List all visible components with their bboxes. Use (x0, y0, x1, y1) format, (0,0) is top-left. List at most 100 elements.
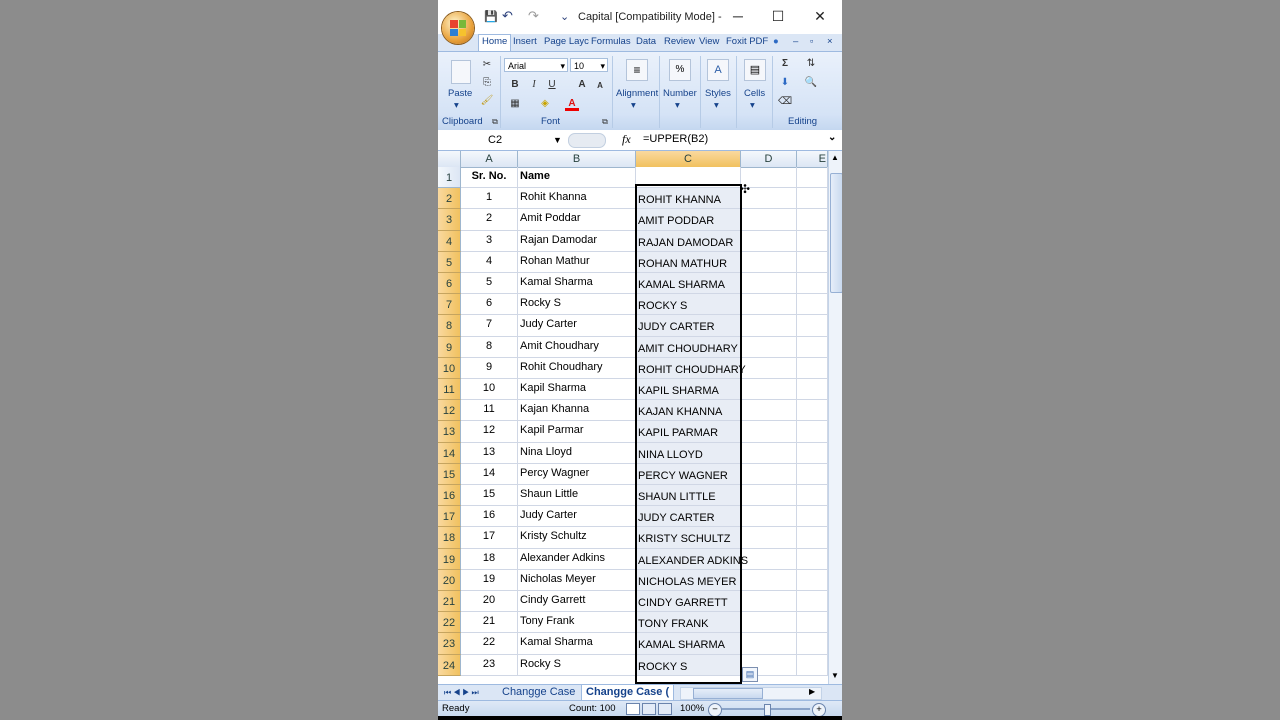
cell-name[interactable]: Nina Lloyd (518, 442, 636, 464)
column-header-b[interactable]: B (518, 151, 636, 167)
cell-sr-no[interactable]: 13 (461, 442, 518, 464)
ribbon-minimize-icon[interactable]: – (793, 36, 798, 47)
cell-empty[interactable] (741, 336, 797, 358)
cell-sr-no[interactable]: 20 (461, 591, 518, 613)
italic-button[interactable]: I (527, 78, 541, 92)
cell-name[interactable]: Judy Carter (518, 506, 636, 528)
cell-empty[interactable] (741, 357, 797, 379)
cell-upper-name[interactable]: TONY FRANK (636, 612, 741, 634)
cell-name[interactable]: Alexander Adkins (518, 548, 636, 570)
cell-empty[interactable] (741, 315, 797, 337)
cell-sr-no[interactable]: 12 (461, 421, 518, 443)
fill-color-icon[interactable]: ◈ (538, 97, 552, 111)
cell-upper-name[interactable]: CINDY GARRETT (636, 591, 741, 613)
row-header[interactable]: 1 (438, 167, 461, 189)
underline-button[interactable]: U (545, 78, 559, 92)
row-header[interactable]: 15 (438, 463, 461, 485)
cell-sr-no[interactable]: 8 (461, 336, 518, 358)
cell-upper-name[interactable]: ROHIT CHOUDHARY (636, 357, 746, 379)
cell-empty[interactable] (741, 421, 797, 443)
grow-font-button[interactable]: A (575, 78, 589, 92)
cell-upper-name[interactable]: KAJAN KHANNA (636, 400, 741, 422)
row-header[interactable]: 21 (438, 591, 461, 613)
cell-sr-no[interactable]: 15 (461, 485, 518, 507)
select-all-corner[interactable] (438, 151, 461, 167)
customize-qat-icon[interactable]: ⌄ (560, 10, 569, 23)
cell-empty[interactable] (797, 294, 828, 316)
cell-upper-name[interactable]: KAMAL SHARMA (636, 273, 741, 295)
cell-empty[interactable] (797, 612, 828, 634)
name-box[interactable]: C2 ▼ (438, 132, 564, 148)
number-button[interactable]: Number (663, 88, 697, 99)
font-name-select[interactable]: Arial ▾ (504, 58, 568, 72)
cell-name[interactable]: Rohan Mathur (518, 251, 636, 273)
cell-name[interactable]: Rohit Khanna (518, 188, 636, 210)
font-launcher-icon[interactable]: ⧉ (598, 115, 612, 129)
number-format-icon[interactable]: % (669, 59, 691, 81)
autosum-icon[interactable]: Σ (778, 57, 792, 71)
scroll-down-icon[interactable]: ▼ (831, 671, 839, 680)
cell-upper-name[interactable]: AMIT CHOUDHARY (636, 336, 741, 358)
cell-empty[interactable] (797, 209, 828, 231)
row-header[interactable]: 14 (438, 442, 461, 464)
cell-sr-no[interactable]: 4 (461, 251, 518, 273)
tab-review[interactable]: Review (664, 36, 695, 47)
cell-empty[interactable] (797, 633, 828, 655)
cell-empty[interactable] (741, 527, 797, 549)
cell-sr-no[interactable]: 2 (461, 209, 518, 231)
fill-icon[interactable]: ⬇ (778, 76, 792, 90)
tab-data[interactable]: Data (636, 36, 656, 47)
row-header[interactable]: 5 (438, 251, 461, 273)
expand-formula-bar-icon[interactable]: ⌄ (828, 132, 836, 143)
cut-icon[interactable]: ✂ (480, 58, 494, 72)
cell-name[interactable]: Rohit Choudhary (518, 357, 636, 379)
zoom-in-icon[interactable]: + (812, 703, 826, 717)
cell-name[interactable]: Kamal Sharma (518, 633, 636, 655)
cell-empty[interactable] (797, 230, 828, 252)
sheet-nav-icon[interactable]: ⏮◀▶⏭ (440, 685, 485, 700)
styles-button[interactable]: Styles (705, 88, 731, 99)
cell-sr-no[interactable]: 11 (461, 400, 518, 422)
cell-upper-name[interactable]: RAJAN DAMODAR (636, 230, 741, 252)
cell-upper-name[interactable]: ROHAN MATHUR (636, 251, 741, 273)
help-icon[interactable]: ● (773, 36, 779, 47)
cell-name[interactable]: Kristy Schultz (518, 527, 636, 549)
font-size-select[interactable]: 10 ▾ (570, 58, 608, 72)
clear-icon[interactable]: ⌫ (778, 95, 792, 109)
row-header[interactable]: 3 (438, 209, 461, 231)
cell-empty[interactable] (741, 506, 797, 528)
cell-empty[interactable] (741, 294, 797, 316)
row-header[interactable]: 12 (438, 400, 461, 422)
office-button[interactable] (442, 12, 474, 44)
cell-empty[interactable] (797, 463, 828, 485)
cell-empty[interactable] (797, 273, 828, 295)
cell-name[interactable]: Kamal Sharma (518, 273, 636, 295)
page-layout-view-icon[interactable] (642, 703, 656, 715)
cell-name[interactable]: Rocky S (518, 654, 636, 676)
normal-view-icon[interactable] (626, 703, 640, 715)
tab-formulas[interactable]: Formulas (591, 36, 631, 47)
row-header[interactable]: 4 (438, 230, 461, 252)
cell-upper-name[interactable]: JUDY CARTER (636, 506, 741, 528)
format-painter-icon[interactable]: 🖌 (480, 94, 494, 108)
sort-filter-icon[interactable]: ⇅ (804, 57, 818, 71)
borders-icon[interactable]: ▦ (508, 97, 522, 111)
cell-upper-name[interactable]: SHAUN LITTLE (636, 485, 741, 507)
cell-empty[interactable] (797, 506, 828, 528)
row-header[interactable]: 17 (438, 506, 461, 528)
paste-icon[interactable] (451, 60, 471, 84)
cell-empty[interactable] (741, 251, 797, 273)
ribbon-restore-icon[interactable]: ▫ (810, 36, 813, 47)
shrink-font-button[interactable]: A (593, 79, 607, 93)
cell-upper-name[interactable]: JUDY CARTER (636, 315, 741, 337)
row-header[interactable]: 22 (438, 612, 461, 634)
cell-name[interactable]: Nicholas Meyer (518, 569, 636, 591)
copy-icon[interactable]: ⎘ (480, 76, 494, 90)
paste-button[interactable]: Paste (448, 88, 472, 99)
find-select-icon[interactable]: 🔍 (804, 76, 818, 90)
cell-empty[interactable] (741, 591, 797, 613)
cell-empty[interactable] (797, 548, 828, 570)
cell-empty[interactable] (741, 209, 797, 231)
cell-upper-name[interactable]: KAPIL SHARMA (636, 379, 741, 401)
cell-empty[interactable] (797, 336, 828, 358)
